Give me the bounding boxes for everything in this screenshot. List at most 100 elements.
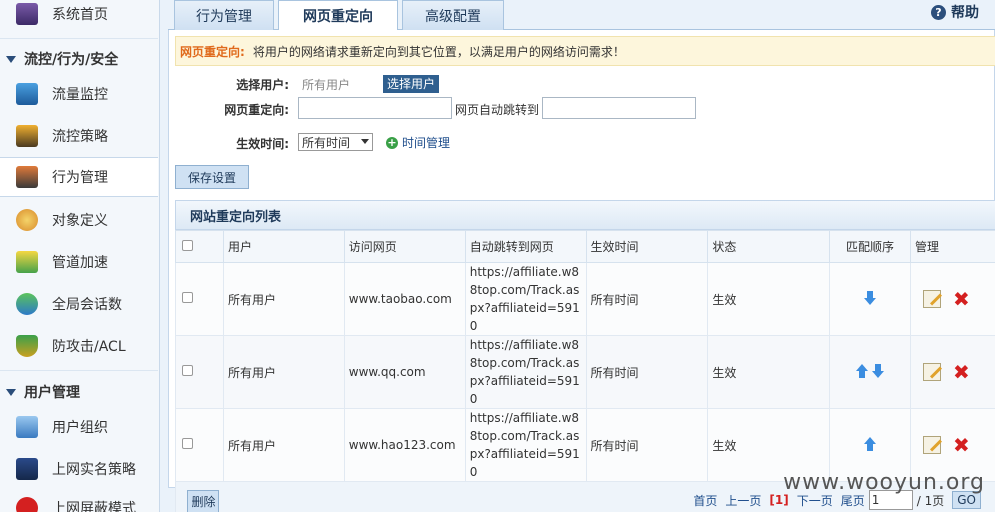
sidebar-item-flow-policy[interactable]: 流控策略 [0, 116, 158, 156]
notice-banner: 网页重定向: 将用户的网络请求重新定向到其它位置，以满足用户的网络访问需求！ [175, 36, 995, 66]
edit-icon[interactable] [923, 290, 941, 308]
list-title: 网站重定向列表 [175, 200, 995, 230]
time-cell: 所有时间 [585, 408, 709, 482]
sidebar: 系统首页 流控/行为/安全 流量监控 流控策略 行为管理 对象定义 管道加速 全… [0, 0, 160, 512]
shield-icon [16, 335, 38, 357]
time-cell: 所有时间 [585, 262, 709, 336]
redirect-url-input[interactable] [298, 97, 452, 119]
sidebar-section-users[interactable]: 用户管理 [0, 377, 158, 407]
notice-text: 将用户的网络请求重新定向到其它位置，以满足用户的网络访问需求！ [252, 44, 625, 59]
time-manage-link[interactable]: + 时间管理 [386, 134, 450, 151]
sidebar-item-object[interactable]: 对象定义 [0, 200, 158, 240]
column-header: 状态 [707, 230, 831, 263]
help-link[interactable]: ? 帮助 [931, 2, 979, 22]
sidebar-item-label: 上网实名策略 [52, 462, 136, 478]
sidebar-item-acl[interactable]: 防攻击/ACL [0, 326, 158, 366]
auto-jump-input[interactable] [542, 97, 696, 119]
target-cell: https://affiliate.w88top.com/Track.aspx?… [464, 335, 587, 409]
tab-advanced[interactable]: 高级配置 [402, 0, 504, 30]
row-checkbox[interactable] [182, 365, 193, 376]
sidebar-item-home[interactable]: 系统首页 [0, 0, 158, 34]
column-header: 生效时间 [585, 230, 709, 263]
sidebar-item-label: 用户组织 [52, 420, 108, 436]
target-cell: https://affiliate.w88top.com/Track.aspx?… [464, 408, 587, 482]
sidebar-item-block-mode[interactable]: 上网屏蔽模式 [0, 488, 158, 512]
sidebar-item-label: 流控策略 [52, 129, 108, 145]
sidebar-item-user-org[interactable]: 用户组织 [0, 407, 158, 447]
select-user-label: 选择用户: [236, 78, 289, 92]
user-cell: 所有用户 [222, 262, 345, 336]
sidebar-section-flow[interactable]: 流控/行为/安全 [0, 44, 158, 74]
tab-behavior[interactable]: 行为管理 [174, 0, 274, 30]
select-user-button[interactable]: 选择用户 [383, 75, 440, 93]
help-label: 帮助 [951, 5, 979, 21]
sidebar-item-pipeline[interactable]: 管道加速 [0, 242, 158, 282]
target-cell: https://affiliate.w88top.com/Track.aspx?… [464, 262, 587, 336]
row-checkbox[interactable] [182, 438, 193, 449]
page-cell: www.hao123.com [343, 408, 466, 482]
status-cell: 生效 [707, 262, 831, 336]
column-header: 管理 [910, 230, 995, 263]
redirect-panel: 网页重定向: 将用户的网络请求重新定向到其它位置，以满足用户的网络访问需求！ 选… [168, 30, 995, 512]
sidebar-section-label: 流控/行为/安全 [24, 52, 119, 68]
pager-first[interactable]: 首页 [693, 492, 717, 509]
sidebar-item-behavior[interactable]: 行为管理 [0, 157, 158, 197]
manage-cell: ✖ [910, 335, 995, 409]
delete-selected-button[interactable]: 删除 [187, 490, 220, 512]
behavior-icon [16, 166, 38, 188]
select-all-header [175, 230, 224, 263]
book-icon [16, 458, 38, 480]
auto-jump-label: 网页自动跳转到 [455, 103, 540, 117]
order-cell [829, 262, 911, 336]
users-icon [16, 416, 38, 438]
sidebar-item-label: 上网屏蔽模式 [52, 501, 136, 512]
time-select-value: 所有时间 [302, 135, 351, 150]
delete-icon[interactable]: ✖ [953, 435, 970, 455]
edit-icon[interactable] [923, 436, 941, 454]
lightning-icon [16, 251, 38, 273]
palette-icon [16, 209, 38, 231]
time-manage-label: 时间管理 [402, 136, 451, 150]
tab-redirect[interactable]: 网页重定向 [278, 0, 398, 31]
table-row: 所有用户 www.qq.com https://affiliate.w88top… [175, 335, 995, 409]
row-checkbox[interactable] [182, 292, 193, 303]
block-icon [16, 497, 38, 512]
redirect-label: 网页重定向: [224, 103, 289, 117]
page-cell: www.taobao.com [343, 262, 466, 336]
move-down-icon[interactable] [872, 363, 885, 378]
caret-down-icon [6, 55, 16, 63]
sidebar-item-sessions[interactable]: 全局会话数 [0, 284, 158, 324]
sidebar-item-label: 系统首页 [52, 7, 108, 23]
delete-icon[interactable]: ✖ [953, 362, 970, 382]
notice-tag: 网页重定向: [180, 44, 245, 59]
dropdown-arrow-icon [361, 139, 369, 144]
caret-down-icon [6, 388, 16, 396]
monitor-icon [16, 3, 38, 25]
user-cell: 所有用户 [222, 335, 345, 409]
plus-icon: + [386, 135, 398, 149]
sidebar-item-label: 流量监控 [52, 87, 108, 103]
column-header: 自动跳转到网页 [464, 230, 587, 263]
pager-prev[interactable]: 上一页 [725, 492, 761, 509]
move-up-icon[interactable] [864, 436, 877, 451]
select-all-checkbox[interactable] [182, 239, 193, 251]
pager-current: [1] [769, 493, 789, 507]
divider [0, 38, 158, 39]
delete-icon[interactable]: ✖ [953, 289, 970, 309]
sidebar-item-label: 对象定义 [52, 213, 108, 229]
sidebar-item-realname[interactable]: 上网实名策略 [0, 449, 158, 489]
order-cell [829, 335, 911, 409]
table-row: 所有用户 www.taobao.com https://affiliate.w8… [175, 262, 995, 336]
page-cell: www.qq.com [343, 335, 466, 409]
sidebar-item-traffic-monitor[interactable]: 流量监控 [0, 74, 158, 114]
main-content: 行为管理 网页重定向 高级配置 ? 帮助 网页重定向: 将用户的网络请求重新定向… [168, 0, 995, 512]
time-cell: 所有时间 [585, 335, 709, 409]
move-up-icon[interactable] [856, 363, 869, 378]
watermark: www.wooyun.org [783, 470, 985, 495]
move-down-icon[interactable] [864, 290, 877, 305]
divider [0, 370, 158, 371]
save-button[interactable]: 保存设置 [175, 165, 249, 189]
edit-icon[interactable] [923, 363, 941, 381]
time-select[interactable]: 所有时间 [298, 133, 373, 151]
chart-icon [16, 83, 38, 105]
